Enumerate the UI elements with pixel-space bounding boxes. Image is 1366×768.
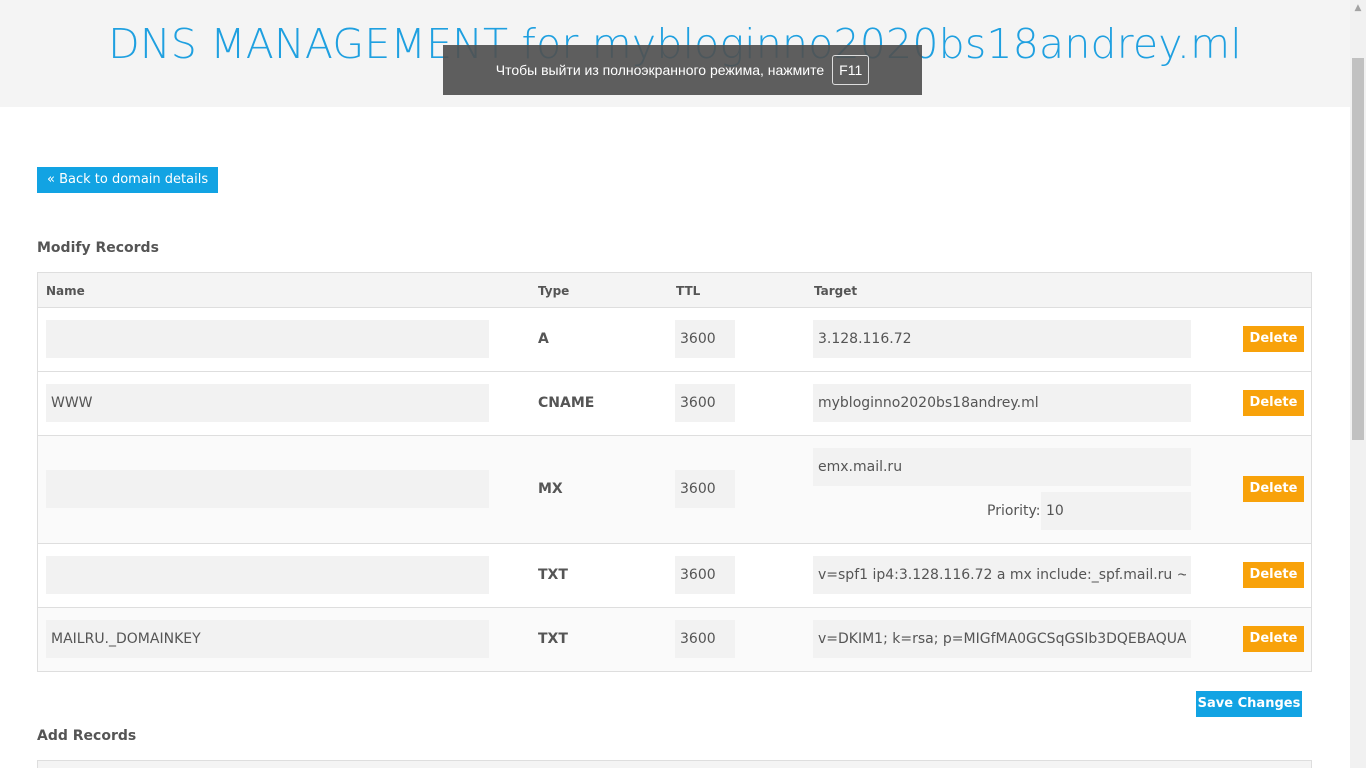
delete-record-button[interactable]: Delete [1243, 626, 1304, 652]
column-header-target: Target [814, 284, 858, 298]
modify-records-title: Modify Records [37, 240, 159, 256]
record-ttl-input[interactable] [675, 384, 735, 422]
add-records-title: Add Records [37, 728, 137, 744]
record-type: TXT [538, 567, 568, 583]
table-row: CNAME Delete [38, 372, 1311, 436]
table-row: TXT Delete [38, 608, 1311, 671]
fullscreen-notice-text: Чтобы выйти из полноэкранного режима, на… [495, 62, 825, 78]
record-name-input[interactable] [46, 470, 489, 508]
delete-record-button[interactable]: Delete [1243, 326, 1304, 352]
record-type: MX [538, 481, 563, 497]
table-row: TXT Delete [38, 544, 1311, 608]
record-name-input[interactable] [46, 384, 489, 422]
table-row: A Delete [38, 308, 1311, 372]
record-name-input[interactable] [46, 620, 489, 658]
modify-records-table: Name Type TTL Target A Delete CNAME Dele… [37, 272, 1312, 672]
table-row: MX Priority: Delete [38, 436, 1311, 544]
save-changes-button[interactable]: Save Changes [1196, 691, 1302, 717]
scroll-up-arrow-icon[interactable]: ▲ [1350, 0, 1366, 16]
record-ttl-input[interactable] [675, 470, 735, 508]
back-to-domain-details-button[interactable]: « Back to domain details [37, 167, 219, 193]
record-target-input[interactable] [813, 620, 1191, 658]
priority-label: Priority: [987, 503, 1041, 519]
record-target-input[interactable] [813, 556, 1191, 594]
delete-record-button[interactable]: Delete [1243, 476, 1304, 502]
record-target-input[interactable] [813, 320, 1191, 358]
record-ttl-input[interactable] [675, 320, 735, 358]
record-name-input[interactable] [46, 320, 489, 358]
column-header-type: Type [538, 284, 570, 298]
record-priority-input[interactable] [1041, 492, 1191, 530]
delete-record-button[interactable]: Delete [1243, 390, 1304, 416]
column-header-name: Name [46, 284, 85, 298]
record-name-input[interactable] [46, 556, 489, 594]
column-header-ttl: TTL [676, 284, 701, 298]
table-header: Name Type TTL Target [38, 273, 1311, 308]
record-ttl-input[interactable] [675, 620, 735, 658]
record-type: A [538, 331, 549, 347]
vertical-scrollbar[interactable]: ▲ [1350, 0, 1366, 768]
f11-key-badge: F11 [832, 55, 870, 85]
page: DNS MANAGEMENT for mybloginno2020bs18and… [0, 0, 1350, 768]
record-ttl-input[interactable] [675, 556, 735, 594]
delete-record-button[interactable]: Delete [1243, 562, 1304, 588]
record-type: CNAME [538, 395, 595, 411]
record-target-input[interactable] [813, 448, 1191, 486]
record-type: TXT [538, 631, 568, 647]
scrollbar-thumb[interactable] [1352, 58, 1364, 440]
add-records-table [37, 760, 1312, 768]
fullscreen-exit-notice: Чтобы выйти из полноэкранного режима, на… [443, 45, 922, 95]
record-target-input[interactable] [813, 384, 1191, 422]
